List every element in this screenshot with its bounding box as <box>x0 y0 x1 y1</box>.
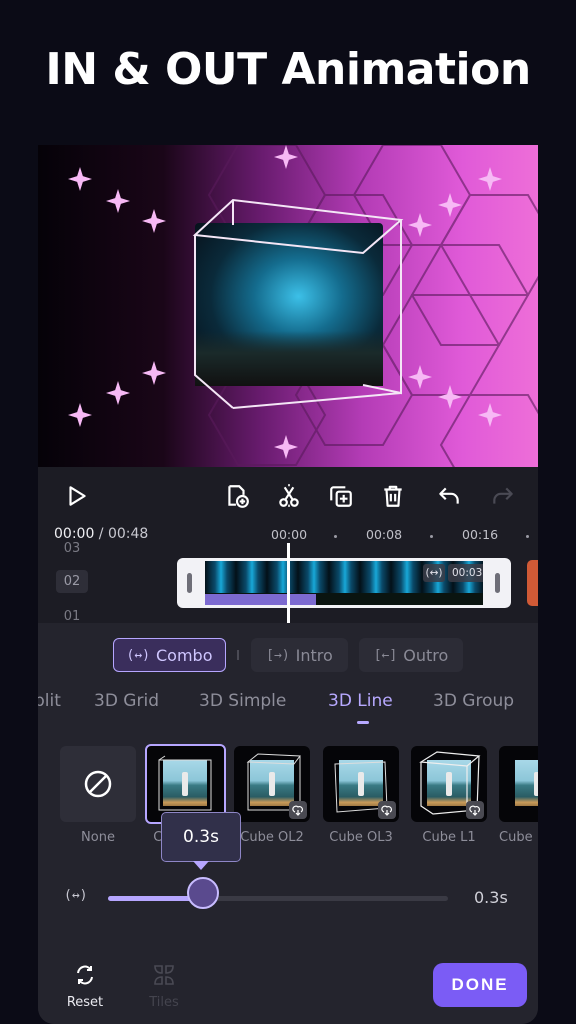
edit-toolbar <box>38 467 538 527</box>
delete-icon[interactable] <box>378 481 408 511</box>
undo-icon[interactable] <box>434 481 464 511</box>
ruler-tick: 00:16 <box>462 527 499 542</box>
track-label[interactable]: 01 <box>56 609 88 624</box>
tab-outro[interactable]: [←] Outro <box>359 638 463 672</box>
preset-label: None <box>81 830 115 845</box>
duration-icon: (↔) <box>64 888 88 903</box>
headline-title: IN & OUT Animation <box>45 44 531 95</box>
category-split[interactable]: plit <box>38 691 61 711</box>
tab-intro[interactable]: [→) Intro <box>251 638 348 672</box>
ruler-dot <box>430 535 433 538</box>
preset-label: Cube L1 <box>422 830 476 845</box>
cube-wireframe <box>192 198 404 409</box>
play-icon[interactable] <box>62 481 92 511</box>
category-3d-group[interactable]: 3D Group <box>433 691 514 711</box>
done-button[interactable]: DONE <box>433 963 527 1007</box>
total-time: 00:48 <box>107 526 149 542</box>
animation-range-bar <box>205 594 317 605</box>
preset-thumbnail <box>515 760 538 806</box>
current-time: 00:00 <box>54 526 95 542</box>
duration-slider-thumb[interactable] <box>187 877 220 909</box>
outro-icon: [←] <box>373 647 398 663</box>
playhead[interactable] <box>287 543 290 623</box>
ruler-tick: 00:00 <box>271 527 308 542</box>
reset-button[interactable]: Reset <box>55 963 115 1010</box>
combo-icon: (↔) <box>126 647 150 663</box>
refresh-icon <box>77 965 93 985</box>
clip-trim-handle-right[interactable] <box>495 573 500 593</box>
combo-transition-icon: (↔) <box>423 564 445 582</box>
split-icon[interactable] <box>274 481 304 511</box>
cloud-download-icon <box>289 801 307 819</box>
add-clip-icon[interactable] <box>222 481 252 511</box>
ruler-dot <box>334 535 337 538</box>
track-label[interactable]: 03 <box>56 541 88 556</box>
cloud-download-icon <box>466 801 484 819</box>
tab-label: Outro <box>403 645 449 665</box>
animation-panel: (↔) Combo [→) Intro [←] Outro plit 3D Gr… <box>38 623 538 1024</box>
preset-cube-ol2[interactable] <box>234 746 310 822</box>
preset-label: Cube <box>499 830 533 845</box>
category-3d-grid[interactable]: 3D Grid <box>94 691 159 711</box>
timecode: 00:00 / 00:48 <box>54 526 148 542</box>
category-3d-simple[interactable]: 3D Simple <box>199 691 286 711</box>
none-icon <box>84 770 112 798</box>
ruler-dot <box>526 535 529 538</box>
preset-label: Cube OL3 <box>329 830 393 845</box>
redo-icon[interactable] <box>488 481 518 511</box>
editor-screen: 00:00 / 00:48 00:00 00:08 00:16 03 02 01… <box>38 145 538 1024</box>
tiles-label: Tiles <box>149 995 179 1010</box>
video-clip[interactable]: (↔) 00:03 <box>177 558 511 608</box>
intro-icon: [→) <box>266 647 290 663</box>
duration-slider-track[interactable] <box>108 896 448 901</box>
preset-cube-ol3[interactable] <box>323 746 399 822</box>
category-3d-line[interactable]: 3D Line <box>328 691 393 711</box>
tab-label: Intro <box>295 645 333 665</box>
cloud-download-icon <box>378 801 396 819</box>
preset-cube-l1[interactable] <box>411 746 487 822</box>
next-clip[interactable] <box>527 560 538 606</box>
clip-duration: 00:03 <box>448 564 483 582</box>
clip-thumbnails: (↔) 00:03 <box>205 561 483 605</box>
duration-tooltip: 0.3s <box>161 812 241 862</box>
video-preview[interactable] <box>38 145 538 467</box>
tiles-button: Tiles <box>134 963 194 1010</box>
tiles-icon <box>154 965 174 985</box>
duration-value: 0.3s <box>474 888 508 907</box>
tab-label: Combo <box>155 645 213 665</box>
preset-none[interactable] <box>60 746 136 822</box>
time-separator: / <box>94 526 108 542</box>
preset-cube-partial[interactable] <box>499 746 538 822</box>
active-category-indicator <box>357 721 369 724</box>
track-label-selected[interactable]: 02 <box>56 570 88 593</box>
cube-wireframe-icon <box>158 755 212 811</box>
ruler-tick: 00:08 <box>366 527 403 542</box>
divider <box>237 650 239 660</box>
tooltip-arrow <box>193 861 209 870</box>
tab-combo[interactable]: (↔) Combo <box>113 638 226 672</box>
clip-trim-handle-left[interactable] <box>187 573 192 593</box>
reset-label: Reset <box>66 995 104 1010</box>
duplicate-icon[interactable] <box>326 481 356 511</box>
